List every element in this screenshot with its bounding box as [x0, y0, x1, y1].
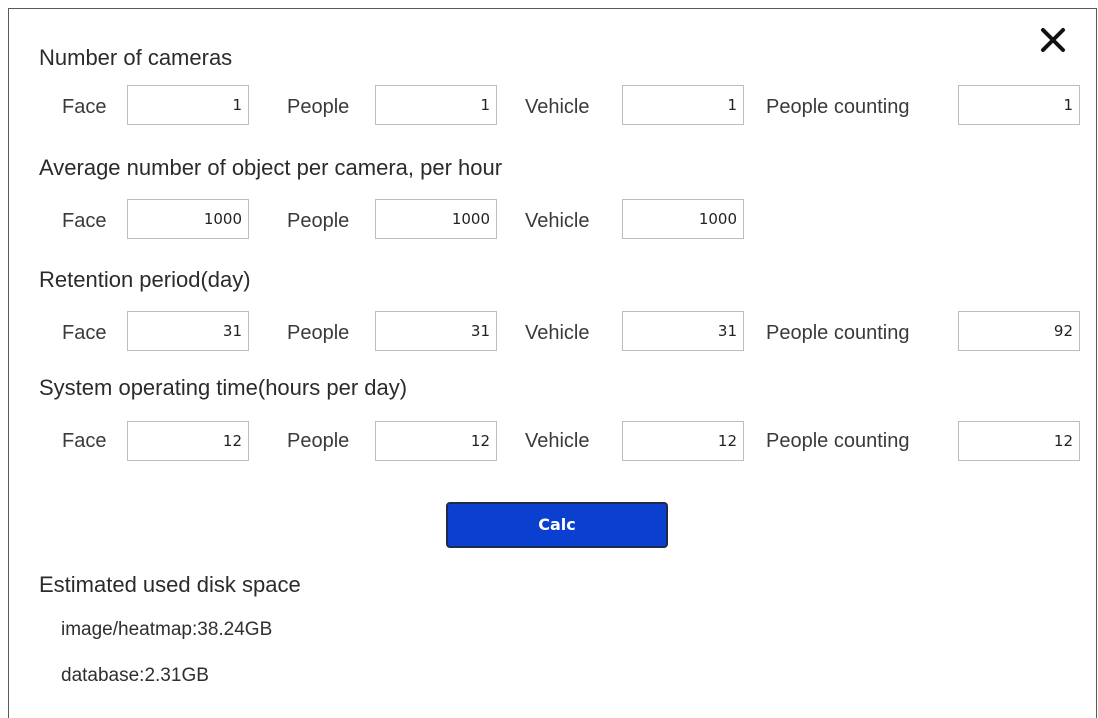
- average-face-label: Face: [62, 210, 107, 232]
- result-database: database:2.31GB: [61, 665, 209, 686]
- retention-people-input[interactable]: [375, 311, 497, 351]
- operating-people-label: People: [287, 430, 350, 452]
- operating-people-counting-label: People counting: [766, 430, 910, 452]
- cameras-people-label: People: [287, 96, 350, 118]
- section-title-operating-time: System operating time(hours per day): [39, 375, 408, 400]
- operating-people-input[interactable]: [375, 421, 497, 461]
- section-title-number-of-cameras: Number of cameras: [39, 45, 233, 70]
- operating-face-input[interactable]: [127, 421, 249, 461]
- cameras-people-input[interactable]: [375, 85, 497, 125]
- retention-people-label: People: [287, 322, 350, 344]
- section-title-retention-period: Retention period(day): [39, 267, 251, 292]
- cameras-people-counting-label: People counting: [766, 96, 910, 118]
- operating-people-counting-input[interactable]: [958, 421, 1080, 461]
- retention-face-input[interactable]: [127, 311, 249, 351]
- cameras-face-input[interactable]: [127, 85, 249, 125]
- retention-vehicle-label: Vehicle: [525, 322, 590, 344]
- section-title-average-objects: Average number of object per camera, per…: [39, 155, 503, 180]
- close-icon: [1041, 28, 1065, 52]
- cameras-people-counting-input[interactable]: [958, 85, 1080, 125]
- operating-face-label: Face: [62, 430, 107, 452]
- retention-vehicle-input[interactable]: [622, 311, 744, 351]
- retention-people-counting-label: People counting: [766, 322, 910, 344]
- close-button[interactable]: [1037, 24, 1069, 56]
- operating-vehicle-input[interactable]: [622, 421, 744, 461]
- cameras-vehicle-input[interactable]: [622, 85, 744, 125]
- retention-face-label: Face: [62, 322, 107, 344]
- average-vehicle-input[interactable]: [622, 199, 744, 239]
- result-title: Estimated used disk space: [39, 572, 301, 597]
- disk-space-calculator-dialog: Number of cameras Face People Vehicle Pe…: [8, 8, 1097, 718]
- calc-button[interactable]: Calc: [446, 502, 668, 548]
- operating-vehicle-label: Vehicle: [525, 430, 590, 452]
- average-people-input[interactable]: [375, 199, 497, 239]
- average-people-label: People: [287, 210, 350, 232]
- average-vehicle-label: Vehicle: [525, 210, 590, 232]
- average-face-input[interactable]: [127, 199, 249, 239]
- result-image-heatmap: image/heatmap:38.24GB: [61, 619, 273, 640]
- retention-people-counting-input[interactable]: [958, 311, 1080, 351]
- cameras-face-label: Face: [62, 96, 107, 118]
- cameras-vehicle-label: Vehicle: [525, 96, 590, 118]
